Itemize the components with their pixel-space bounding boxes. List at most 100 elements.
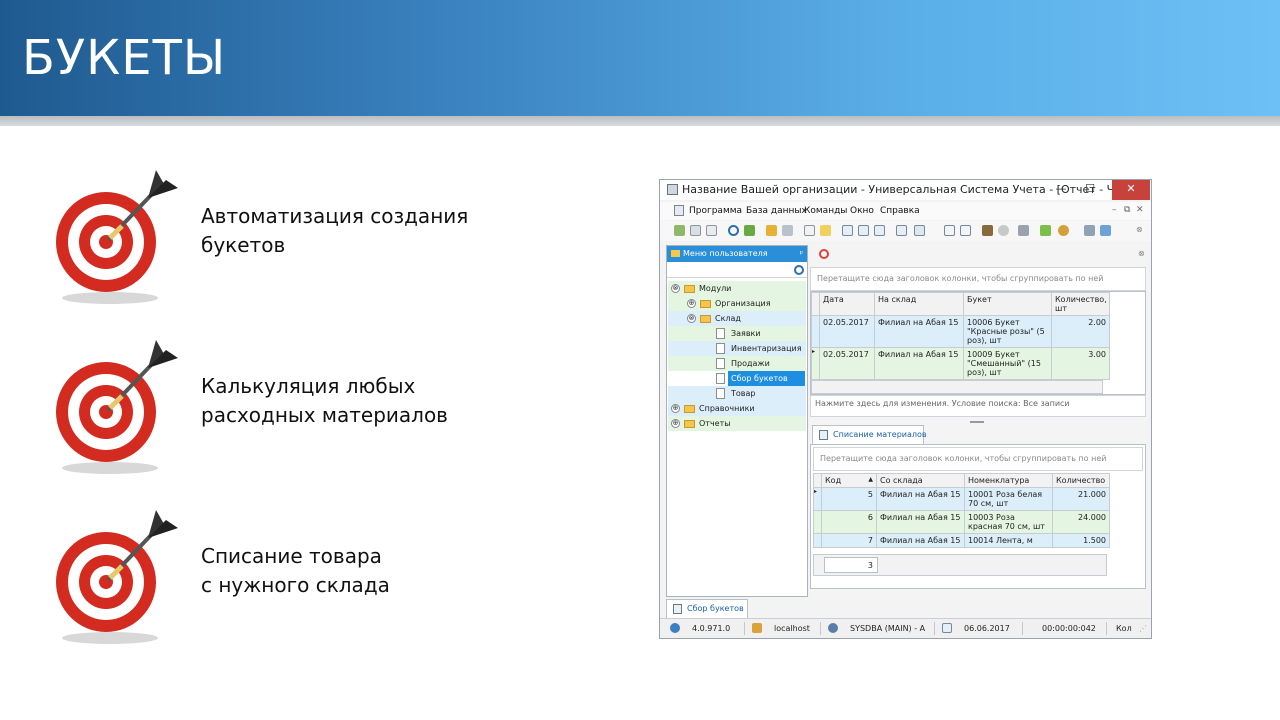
cell-nomenclature[interactable]: 10014 Лента, м [964, 533, 1053, 548]
cell-warehouse[interactable]: Филиал на Абая 15 [874, 315, 964, 348]
print-preview-icon[interactable] [896, 225, 907, 236]
column-header-to-warehouse[interactable]: На склад [874, 292, 964, 316]
cell-warehouse[interactable]: Филиал на Абая 15 [876, 487, 965, 511]
column-header-date[interactable]: Дата [819, 292, 875, 316]
cell-quantity[interactable]: 21.000 [1052, 487, 1110, 511]
cell-nomenclature[interactable]: 10003 Роза красная 70 см, шт [964, 510, 1053, 534]
grid-footer [811, 380, 1103, 394]
table-row[interactable]: 02.05.2017 Филиал на Абая 15 10006 Букет… [811, 315, 1110, 348]
tree-item-organization[interactable]: ⊕ Организация [668, 296, 806, 311]
minimize-button[interactable]: — [1047, 180, 1075, 200]
tree-item-sales[interactable]: Продажи [668, 356, 806, 371]
table-row[interactable]: 6 Филиал на Абая 15 10003 Роза красная 7… [813, 510, 1110, 534]
cell-quantity[interactable]: 24.000 [1052, 510, 1110, 534]
cell-warehouse[interactable]: Филиал на Абая 15 [876, 510, 965, 534]
menu-database[interactable]: База данных [746, 206, 807, 216]
table-row[interactable]: ▸ 5 Филиал на Абая 15 10001 Роза белая 7… [813, 487, 1110, 511]
mdi-restore-button[interactable]: ⧉ [1124, 205, 1130, 215]
info-icon[interactable] [998, 225, 1009, 236]
filter-icon[interactable] [766, 225, 777, 236]
close-button[interactable]: ✕ [1112, 180, 1150, 200]
expand-icon[interactable] [858, 225, 869, 236]
tools-icon[interactable] [1018, 225, 1029, 236]
filter-clear-icon[interactable] [782, 225, 793, 236]
collapse-icon[interactable]: ⊗ [671, 284, 680, 293]
cell-warehouse[interactable]: Филиал на Абая 15 [876, 533, 965, 548]
send-icon[interactable] [1100, 225, 1111, 236]
column-header-label: Код [825, 476, 842, 485]
cell-code[interactable]: 7 [821, 533, 877, 548]
group-by-area[interactable]: Перетащите сюда заголовок колонки, чтобы… [810, 267, 1146, 291]
tree-item-requests[interactable]: Заявки [668, 326, 806, 341]
cell-bouquet[interactable]: 10006 Букет "Красные розы" (5 роз), шт [963, 315, 1052, 348]
folder-icon[interactable] [820, 225, 831, 236]
search-icon[interactable] [728, 225, 739, 236]
cell-date[interactable]: 02.05.2017 [819, 347, 875, 380]
tree-item-bouquet-assembly[interactable]: Сбор букетов [668, 371, 806, 386]
tree-item-goods[interactable]: Товар [668, 386, 806, 401]
group-by-area[interactable]: Перетащите сюда заголовок колонки, чтобы… [813, 447, 1143, 471]
print-icon[interactable] [1084, 225, 1095, 236]
collapse-icon[interactable]: ⊗ [687, 314, 696, 323]
new-record-icon[interactable] [674, 225, 685, 236]
resize-grip-icon[interactable]: ⋰ [1139, 624, 1147, 633]
cell-quantity[interactable]: 1.500 [1052, 533, 1110, 548]
tree-item-inventory[interactable]: Инвентаризация [668, 341, 806, 356]
mdi-close-button[interactable]: ✕ [1136, 205, 1144, 215]
column-header-bouquet[interactable]: Букет [963, 292, 1052, 316]
cell-nomenclature[interactable]: 10001 Роза белая 70 см, шт [964, 487, 1053, 511]
maximize-button[interactable]: ☐ [1076, 180, 1104, 200]
cell-warehouse[interactable]: Филиал на Абая 15 [874, 347, 964, 380]
cell-bouquet[interactable]: 10009 Букет "Смешанный" (15 роз), шт [963, 347, 1052, 380]
menu-commands[interactable]: Команды [804, 206, 847, 216]
delete-icon[interactable] [706, 225, 717, 236]
tree-item-reports[interactable]: ⊕ Отчеты [668, 416, 806, 431]
column-header-quantity[interactable]: Количество, шт [1051, 292, 1110, 316]
export-dropdown-icon[interactable] [914, 225, 925, 236]
splitter-handle[interactable] [970, 421, 984, 423]
filter-status-bar[interactable]: Нажмите здесь для изменения. Условие пои… [810, 395, 1146, 417]
cell-date[interactable]: 02.05.2017 [819, 315, 875, 348]
separator [1022, 622, 1023, 635]
collapse-icon[interactable] [874, 225, 885, 236]
tree-item-modules[interactable]: ⊗ Модули [668, 281, 806, 296]
cell-code[interactable]: 5 [821, 487, 877, 511]
table-row[interactable]: ▸ 02.05.2017 Филиал на Абая 15 10009 Бук… [811, 347, 1110, 380]
column-header-code[interactable]: Код ▲ [821, 473, 877, 488]
refresh-icon[interactable] [744, 225, 755, 236]
stop-icon[interactable] [819, 249, 829, 259]
column-header-nomenclature[interactable]: Номенклатура [964, 473, 1053, 488]
cell-quantity[interactable]: 3.00 [1051, 347, 1110, 380]
panel-close-icon[interactable]: ⊗ [1138, 249, 1145, 258]
search-icon[interactable] [794, 265, 804, 275]
users-icon[interactable] [1058, 225, 1069, 236]
menu-search-bar[interactable] [667, 264, 807, 278]
expand-icon[interactable]: ⊕ [671, 404, 680, 413]
expand-icon[interactable]: ⊕ [687, 299, 696, 308]
menu-help[interactable]: Справка [880, 206, 920, 216]
column-header-from-warehouse[interactable]: Со склада [876, 473, 965, 488]
pin-icon[interactable]: ᵖ [800, 246, 803, 262]
cell-code[interactable]: 6 [821, 510, 877, 534]
report-icon[interactable] [982, 225, 993, 236]
cell-quantity[interactable]: 2.00 [1051, 315, 1110, 348]
mdi-minimize-button[interactable]: – [1112, 205, 1117, 215]
toolbar-close-icon[interactable]: ⊗ [1136, 225, 1143, 234]
calculator-icon[interactable] [1040, 225, 1051, 236]
import-icon[interactable] [842, 225, 853, 236]
menu-window[interactable]: Окно [850, 206, 874, 216]
window-new-icon[interactable] [944, 225, 955, 236]
tree-item-directories[interactable]: ⊕ Справочники [668, 401, 806, 416]
sheet-icon[interactable] [804, 225, 815, 236]
menu-program[interactable]: Программа [689, 206, 742, 216]
tab-material-writeoff[interactable]: Списание материалов [812, 425, 927, 445]
window-list-icon[interactable] [960, 225, 971, 236]
tab-bouquet-assembly[interactable]: Сбор букетов [666, 599, 748, 619]
tab-label: Сбор букетов [687, 604, 744, 613]
expand-icon[interactable]: ⊕ [671, 419, 680, 428]
date-label: 06.06.2017 [964, 624, 1010, 633]
table-row[interactable]: 7 Филиал на Абая 15 10014 Лента, м 1.500 [813, 533, 1110, 548]
column-header-quantity[interactable]: Количество [1052, 473, 1110, 488]
copy-icon[interactable] [690, 225, 701, 236]
tree-item-warehouse[interactable]: ⊗ Склад [668, 311, 806, 326]
